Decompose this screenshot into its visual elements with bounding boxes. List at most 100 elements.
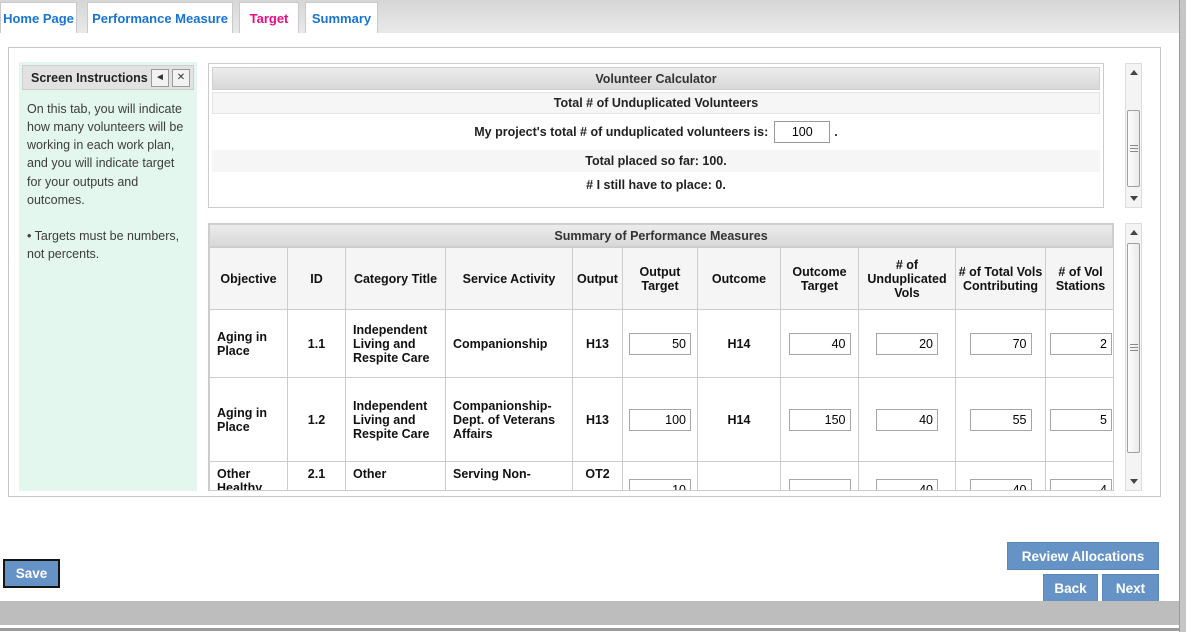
volunteer-calculator-panel: Volunteer Calculator Total # of Unduplic… (208, 63, 1104, 208)
column-header: Output (573, 248, 623, 310)
window-right-border (1179, 0, 1186, 632)
scroll-up-icon[interactable] (1126, 65, 1141, 80)
column-header: # of Vol Stations (1046, 248, 1115, 310)
column-header: Service Activity (446, 248, 573, 310)
cell-category: Other (346, 462, 446, 492)
unduplicated-volunteers-input[interactable] (774, 121, 830, 143)
column-header: Output Target (623, 248, 698, 310)
cell-id: 2.1 (288, 462, 346, 492)
cell-vol-stations (1046, 378, 1115, 462)
footer-status-bar (0, 601, 1179, 625)
outcome-target-input[interactable] (789, 409, 851, 431)
scroll-down-icon[interactable] (1126, 474, 1141, 489)
outcome-target-input[interactable] (789, 333, 851, 355)
cell-output-target (623, 378, 698, 462)
performance-measures-panel: Summary of Performance Measures Objectiv… (208, 223, 1114, 491)
cell-total-vols (956, 462, 1046, 492)
cell-output: OT2 (573, 462, 623, 492)
cell-id: 1.1 (288, 310, 346, 378)
back-button[interactable]: Back (1043, 574, 1098, 602)
tab-summary[interactable]: Summary (305, 2, 378, 33)
calculator-input-row: My project's total # of unduplicated vol… (212, 116, 1100, 148)
table-row: Aging in Place1.2Independent Living and … (210, 378, 1115, 462)
cell-vol-stations (1046, 462, 1115, 492)
column-header: ID (288, 248, 346, 310)
cell-total-vols (956, 310, 1046, 378)
still-to-place-text: # I still have to place: 0. (212, 174, 1100, 196)
cell-output: H13 (573, 378, 623, 462)
table-scrollbar[interactable] (1125, 223, 1142, 491)
total-vols-input[interactable] (970, 409, 1032, 431)
column-header: # of Total Vols Contributing (956, 248, 1046, 310)
content-panel: Screen Instructions ◄ ✕ On this tab, you… (8, 47, 1161, 497)
cell-undup-vols (859, 462, 956, 492)
cell-objective: Aging in Place (210, 378, 288, 462)
output-target-input[interactable] (629, 333, 691, 355)
instructions-text: On this tab, you will indicate how many … (27, 100, 189, 209)
cell-objective: Other Healthy (210, 462, 288, 492)
cell-output-target (623, 462, 698, 492)
cell-undup-vols (859, 378, 956, 462)
performance-measures-table: ObjectiveIDCategory TitleService Activit… (209, 247, 1114, 491)
tab-target[interactable]: Target (239, 2, 299, 33)
screen-instructions-header: Screen Instructions ◄ ✕ (22, 65, 194, 90)
scroll-down-icon[interactable] (1126, 191, 1141, 206)
cell-output: H13 (573, 310, 623, 378)
instructions-bullet: • Targets must be numbers, not percents. (27, 227, 189, 263)
total-placed-text: Total placed so far: 100. (212, 150, 1100, 172)
tab-performance-measure[interactable]: Performance Measure (87, 2, 233, 33)
total-vols-input[interactable] (970, 479, 1032, 491)
vol-stations-input[interactable] (1050, 409, 1112, 431)
column-header: Outcome (698, 248, 781, 310)
calculator-scrollbar[interactable] (1125, 63, 1142, 208)
vol-stations-input[interactable] (1050, 333, 1112, 355)
cell-outcome-target (781, 378, 859, 462)
column-header: Outcome Target (781, 248, 859, 310)
column-header: Objective (210, 248, 288, 310)
calculator-input-suffix: . (834, 125, 837, 139)
save-button[interactable]: Save (3, 559, 60, 588)
cell-total-vols (956, 378, 1046, 462)
tab-strip: Home Page Performance Measure Target Sum… (0, 0, 1179, 33)
total-vols-input[interactable] (970, 333, 1032, 355)
cell-outcome: H14 (698, 310, 781, 378)
cell-activity: Companionship (446, 310, 573, 378)
vol-stations-input[interactable] (1050, 479, 1112, 491)
scrollbar-thumb[interactable] (1127, 243, 1140, 453)
undup-vols-input[interactable] (876, 479, 938, 491)
output-target-input[interactable] (629, 409, 691, 431)
undup-vols-input[interactable] (876, 333, 938, 355)
cell-activity: Companionship-Dept. of Veterans Affairs (446, 378, 573, 462)
window-bottom-border (0, 628, 1186, 631)
cell-activity: Serving Non- (446, 462, 573, 492)
cell-undup-vols (859, 310, 956, 378)
tab-home-page[interactable]: Home Page (0, 2, 77, 33)
scrollbar-thumb[interactable] (1127, 110, 1140, 187)
close-icon[interactable]: ✕ (172, 69, 190, 87)
screen-instructions-title: Screen Instructions (31, 71, 148, 85)
screen-instructions-panel: Screen Instructions ◄ ✕ On this tab, you… (19, 62, 197, 491)
next-button[interactable]: Next (1102, 574, 1159, 602)
cell-category: Independent Living and Respite Care (346, 310, 446, 378)
volunteer-calculator-title: Volunteer Calculator (212, 67, 1100, 90)
scroll-up-icon[interactable] (1126, 225, 1141, 240)
cell-outcome-target (781, 462, 859, 492)
table-row: Aging in Place1.1Independent Living and … (210, 310, 1115, 378)
collapse-panel-icon[interactable]: ◄ (151, 69, 169, 87)
cell-category: Independent Living and Respite Care (346, 378, 446, 462)
cell-outcome-target (781, 310, 859, 378)
cell-objective: Aging in Place (210, 310, 288, 378)
review-allocations-button[interactable]: Review Allocations (1007, 542, 1159, 570)
output-target-input[interactable] (629, 479, 691, 491)
cell-outcome: H14 (698, 378, 781, 462)
undup-vols-input[interactable] (876, 409, 938, 431)
cell-vol-stations (1046, 310, 1115, 378)
application-window: Home Page Performance Measure Target Sum… (0, 0, 1186, 632)
cell-id: 1.2 (288, 378, 346, 462)
table-row: Other Healthy2.1OtherServing Non-OT2 (210, 462, 1115, 492)
column-header: Category Title (346, 248, 446, 310)
screen-instructions-body: On this tab, you will indicate how many … (19, 90, 197, 273)
outcome-target-input[interactable] (789, 479, 851, 491)
cell-outcome (698, 462, 781, 492)
performance-measures-title: Summary of Performance Measures (209, 224, 1113, 247)
